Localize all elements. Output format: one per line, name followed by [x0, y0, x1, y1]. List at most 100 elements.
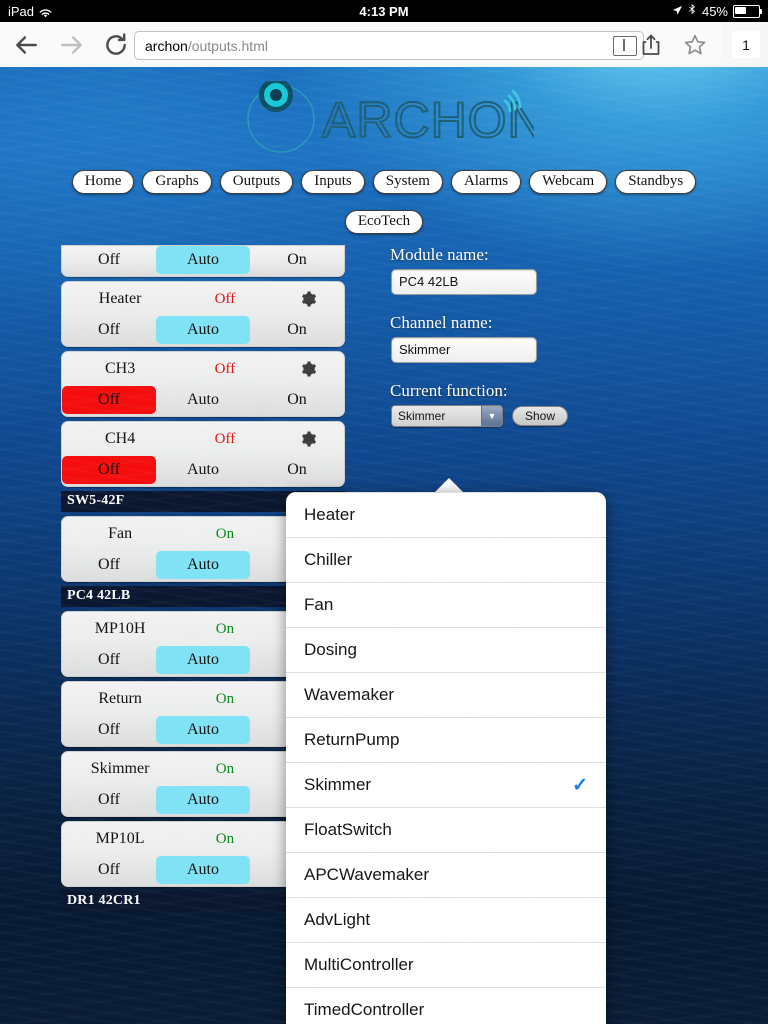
function-option-timedcontroller[interactable]: TimedController: [286, 987, 606, 1024]
module-name-label: Module name:: [390, 245, 489, 264]
gear-icon: [301, 431, 316, 447]
web-page: ARCHON Home Graphs Outputs Inputs System Alar…: [0, 67, 768, 1024]
channel-name: Return: [98, 690, 142, 707]
nav-item-home[interactable]: Home: [71, 170, 135, 194]
channel-mode-buttons: OffAutoOn: [62, 386, 344, 416]
channel-name-input[interactable]: Skimmer: [391, 337, 537, 363]
mode-button-auto[interactable]: Auto: [156, 646, 250, 674]
function-option-label: APCWavemaker: [304, 865, 430, 884]
mode-button-off[interactable]: Off: [62, 551, 156, 579]
function-options-popover: Heater Chiller Fan Dosing Wavemaker ReturnPum…: [286, 492, 606, 1024]
nav-item-outputs[interactable]: Outputs: [219, 170, 294, 194]
function-option-floatswitch[interactable]: FloatSwitch: [286, 807, 606, 852]
current-function-label: Current function:: [390, 381, 508, 400]
nav-item-webcam[interactable]: Webcam: [529, 170, 608, 194]
function-option-label: Chiller: [304, 550, 353, 569]
channel-state: On: [215, 620, 235, 637]
output-channel-card: CH3 Off Off Auto On: [61, 351, 345, 417]
tab-count-button[interactable]: 1: [732, 31, 760, 58]
function-option-wavemaker[interactable]: Wavemaker: [286, 672, 606, 717]
function-select-row: Skimmer ▼ Show: [391, 405, 718, 427]
mode-button-off[interactable]: Off: [62, 456, 156, 484]
channel-name-label: Channel name:: [390, 313, 493, 332]
channel-settings-button[interactable]: [274, 360, 342, 378]
bluetooth-icon: [688, 3, 697, 19]
mode-button-off[interactable]: Off: [62, 856, 156, 884]
mode-button-on[interactable]: On: [250, 316, 344, 344]
forward-button[interactable]: [52, 22, 92, 67]
function-option-label: TimedController: [304, 1000, 425, 1019]
mode-button-off[interactable]: Off: [62, 646, 156, 674]
current-function-value: Skimmer: [398, 409, 446, 423]
channel-name: Heater: [98, 290, 142, 307]
location-arrow-icon: [672, 4, 683, 19]
mode-button-auto[interactable]: Auto: [156, 786, 250, 814]
function-option-label: FloatSwitch: [304, 820, 392, 839]
reload-icon: [106, 32, 126, 55]
nav-item-alarms[interactable]: Alarms: [450, 170, 522, 194]
mode-button-auto[interactable]: Auto: [156, 551, 250, 579]
function-option-advlight[interactable]: AdvLight: [286, 897, 606, 942]
bookmark-star-icon: [684, 34, 706, 54]
function-option-label: Heater: [304, 505, 356, 524]
channel-name: Fan: [108, 525, 133, 542]
battery-percent: 45%: [701, 3, 728, 19]
mode-button-off[interactable]: Off: [62, 786, 156, 814]
channel-state: Off: [214, 290, 236, 307]
nav-item-ecotech[interactable]: EcoTech: [344, 210, 424, 234]
mode-button-off[interactable]: Off: [62, 386, 156, 414]
function-option-label: Skimmer: [304, 775, 372, 794]
mode-button-auto[interactable]: Auto: [156, 246, 250, 274]
reload-button[interactable]: [98, 22, 134, 67]
function-option-skimmer[interactable]: Skimmer ✓: [286, 762, 606, 807]
main-navigation: Home Graphs Outputs Inputs System Alarms Webca…: [0, 170, 768, 194]
mode-button-on[interactable]: On: [250, 246, 344, 274]
mode-button-auto[interactable]: Auto: [156, 316, 250, 344]
mode-button-auto[interactable]: Auto: [156, 716, 250, 744]
current-function-select[interactable]: Skimmer ▼: [391, 405, 503, 427]
channel-settings-button[interactable]: [274, 290, 342, 308]
channel-name: CH3: [104, 360, 136, 377]
mode-button-off[interactable]: Off: [62, 716, 156, 744]
mode-button-auto[interactable]: Auto: [156, 456, 250, 484]
nav-item-inputs[interactable]: Inputs: [301, 170, 365, 194]
chevron-down-icon[interactable]: ▼: [481, 406, 502, 426]
channel-state: On: [215, 525, 235, 542]
back-button[interactable]: [6, 22, 46, 67]
function-option-apcwavemaker[interactable]: APCWavemaker: [286, 852, 606, 897]
function-option-dosing[interactable]: Dosing: [286, 627, 606, 672]
channel-state: Off: [214, 360, 236, 377]
module-name-input[interactable]: PC4 42LB: [391, 269, 537, 295]
nav-item-graphs[interactable]: Graphs: [142, 170, 212, 194]
mode-button-on[interactable]: On: [250, 386, 344, 414]
mode-button-on[interactable]: On: [250, 456, 344, 484]
function-option-label: ReturnPump: [304, 730, 400, 749]
function-option-fan[interactable]: Fan: [286, 582, 606, 627]
channel-state: On: [215, 830, 235, 847]
address-bar[interactable]: archon/outputs.html: [134, 31, 644, 60]
function-option-label: Wavemaker: [304, 685, 395, 704]
function-option-chiller[interactable]: Chiller: [286, 537, 606, 582]
output-channel-card: CH4 Off Off Auto On: [61, 421, 345, 487]
archon-logo: ARCHON: [0, 79, 768, 159]
channel-state: On: [215, 690, 235, 707]
show-button[interactable]: Show: [512, 406, 569, 426]
channel-name: MP10L: [95, 830, 145, 847]
mode-button-auto[interactable]: Auto: [156, 856, 250, 884]
channel-state: Off: [214, 430, 236, 447]
function-option-heater[interactable]: Heater: [286, 492, 606, 537]
bookmarks-button[interactable]: [674, 22, 716, 67]
function-option-multicontroller[interactable]: MultiController: [286, 942, 606, 987]
function-option-returnpump[interactable]: ReturnPump: [286, 717, 606, 762]
url-domain: archon: [145, 37, 188, 54]
mode-button-off[interactable]: Off: [62, 316, 156, 344]
status-right: 45%: [672, 3, 762, 19]
mode-button-auto[interactable]: Auto: [156, 386, 250, 414]
function-option-label: MultiController: [304, 955, 414, 974]
share-button[interactable]: [630, 22, 672, 67]
channel-settings-button[interactable]: [274, 430, 342, 448]
secondary-navigation: EcoTech: [0, 210, 768, 234]
nav-item-standbys[interactable]: Standbys: [615, 170, 697, 194]
nav-item-system[interactable]: System: [372, 170, 443, 194]
mode-button-off[interactable]: Off: [62, 246, 156, 274]
